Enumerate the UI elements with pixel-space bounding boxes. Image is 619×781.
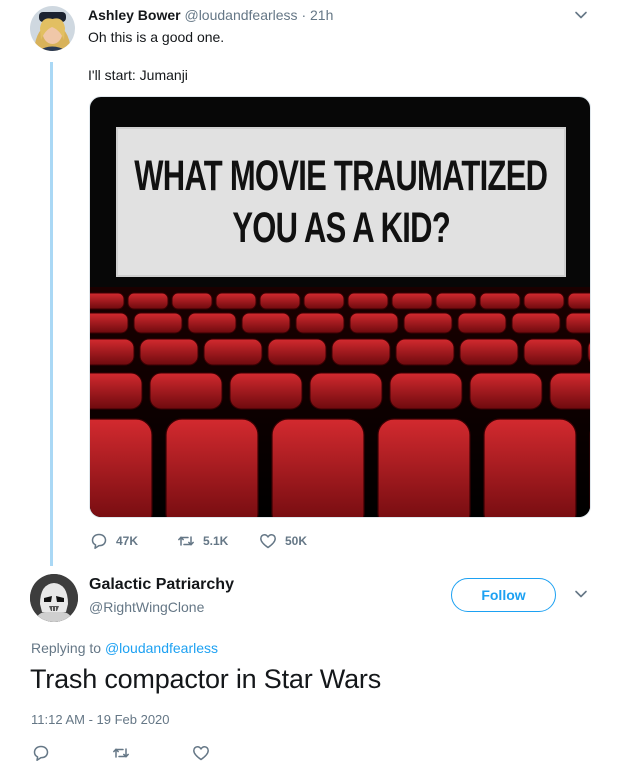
display-name[interactable]: Galactic Patriarchy <box>89 576 234 594</box>
tweet-image[interactable]: WHAT MOVIE TRAUMATIZED YOU AS A KID? <box>89 96 591 518</box>
image-caption: YOU AS A KID? <box>232 204 450 252</box>
theater-seats-illustration <box>90 287 590 517</box>
reply-icon[interactable] <box>32 744 50 762</box>
tweet-actions: 47K 5.1K 50K <box>90 532 307 550</box>
tweet-text: I'll start: Jumanji <box>88 67 188 83</box>
retweet-icon[interactable] <box>112 744 130 762</box>
image-caption: WHAT MOVIE TRAUMATIZED <box>134 152 549 200</box>
avatar[interactable] <box>30 6 75 51</box>
separator-dot: · <box>301 7 307 23</box>
display-name[interactable]: Ashley Bower <box>88 7 181 23</box>
reply-action[interactable]: 47K <box>90 532 177 550</box>
reply-count: 47K <box>116 534 139 548</box>
chevron-down-icon[interactable] <box>573 586 589 602</box>
movie-screen: WHAT MOVIE TRAUMATIZED YOU AS A KID? <box>116 127 566 277</box>
avatar[interactable] <box>30 574 78 622</box>
like-count: 50K <box>285 534 308 548</box>
retweet-icon <box>178 536 194 546</box>
user-handle[interactable]: @loudandfearless <box>184 7 297 23</box>
like-icon[interactable] <box>192 744 210 762</box>
thread-connector-line <box>50 62 53 566</box>
reply-icon <box>91 533 107 549</box>
tweet-text: Oh this is a good one. <box>88 29 225 45</box>
like-icon <box>260 534 276 549</box>
replying-to: Replying to @loudandfearless <box>31 640 218 656</box>
chevron-down-icon[interactable] <box>573 7 589 23</box>
tweet-text: Trash compactor in Star Wars <box>30 664 381 694</box>
follow-button[interactable]: Follow <box>451 578 556 612</box>
like-action[interactable]: 50K <box>259 532 307 550</box>
tweet-header: Ashley Bower @loudandfearless · 21h <box>88 7 333 23</box>
tweet-time[interactable]: 21h <box>310 7 333 23</box>
tweet-timestamp[interactable]: 11:12 AM - 19 Feb 2020 <box>31 712 170 727</box>
replying-to-label: Replying to <box>31 640 102 656</box>
user-handle[interactable]: @RightWingClone <box>89 599 204 615</box>
retweet-action[interactable]: 5.1K <box>177 532 259 550</box>
retweet-count: 5.1K <box>203 534 229 548</box>
replying-to-handle-link[interactable]: @loudandfearless <box>105 640 218 656</box>
